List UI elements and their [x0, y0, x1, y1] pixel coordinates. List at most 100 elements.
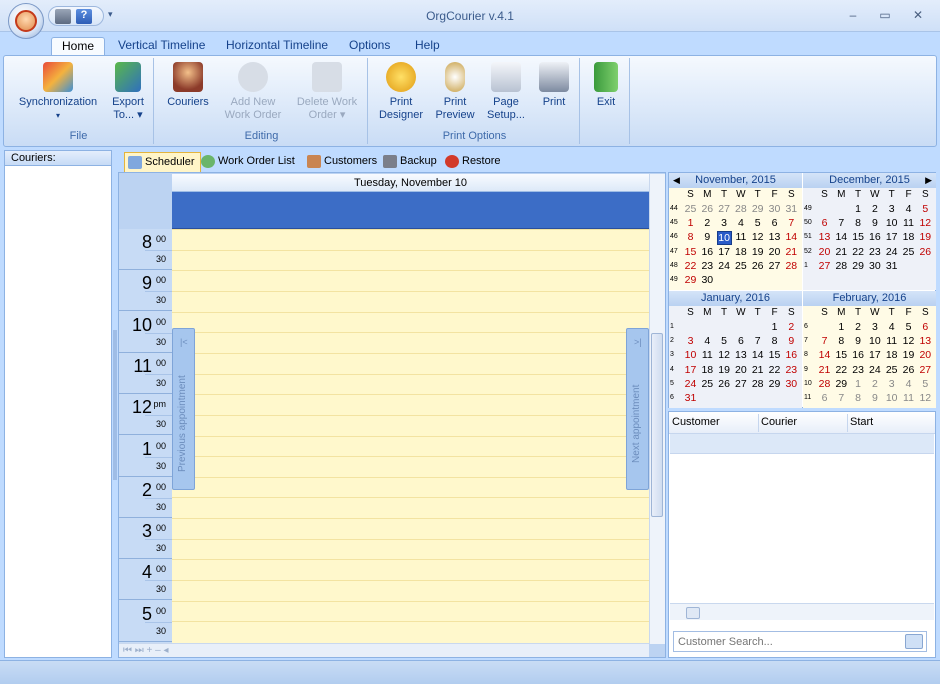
calendar-day[interactable]: 3 [717, 217, 732, 229]
tab-home[interactable]: Home [51, 37, 106, 56]
calendar-day[interactable]: 10 [716, 231, 732, 246]
calendar-day[interactable]: 20 [733, 364, 748, 376]
column-courier[interactable]: Courier [761, 416, 797, 428]
calendar-day[interactable]: 14 [834, 231, 849, 243]
calendar-day[interactable]: 25 [901, 246, 916, 258]
calendar-day[interactable]: 4 [884, 321, 899, 333]
calendar-day[interactable]: 6 [767, 217, 782, 229]
calendar-day[interactable]: 11 [733, 231, 748, 243]
calendar-day[interactable]: 15 [834, 349, 849, 361]
calendar-day[interactable]: 11 [700, 349, 715, 361]
calendar-day[interactable]: 4 [733, 217, 748, 229]
customer-search-input[interactable] [673, 631, 927, 652]
calendar-day[interactable]: 29 [683, 274, 698, 286]
calendar-day[interactable]: 14 [817, 349, 832, 361]
calendar-day[interactable]: 5 [750, 217, 765, 229]
calendar-day[interactable]: 7 [834, 217, 849, 229]
calendar-day[interactable]: 24 [683, 378, 698, 390]
calendar-day[interactable]: 19 [750, 246, 765, 258]
calendar-day[interactable]: 1 [834, 321, 849, 333]
tab-horizontal-timeline[interactable]: Horizontal Timeline [216, 37, 338, 56]
exit-button[interactable]: Exit [586, 62, 626, 109]
calendar-day[interactable]: 24 [717, 260, 732, 272]
calendar-day[interactable]: 12 [918, 217, 933, 229]
calendar-day[interactable]: 12 [717, 349, 732, 361]
calendar-day[interactable]: 18 [901, 231, 916, 243]
print-button[interactable]: Print [534, 62, 574, 109]
calendar-day[interactable]: 18 [700, 364, 715, 376]
calendar-day[interactable]: 18 [884, 349, 899, 361]
calendar-day[interactable]: 8 [834, 335, 849, 347]
calendar-day[interactable]: 10 [683, 349, 698, 361]
calendar-day[interactable]: 23 [700, 260, 715, 272]
calendar-day[interactable]: 28 [817, 378, 832, 390]
calendar-day[interactable]: 27 [733, 378, 748, 390]
calendar-day[interactable]: 9 [851, 335, 866, 347]
calendar-day[interactable]: 4 [700, 335, 715, 347]
calendar-day[interactable]: 17 [867, 349, 882, 361]
calendar-day[interactable]: 12 [750, 231, 765, 243]
calendar-day[interactable]: 15 [851, 231, 866, 243]
calendar-day[interactable]: 21 [817, 364, 832, 376]
calendar-day[interactable]: 26 [918, 246, 933, 258]
calendar-day[interactable]: 13 [817, 231, 832, 243]
calendar-day[interactable]: 8 [851, 217, 866, 229]
calendar-day[interactable]: 25 [700, 378, 715, 390]
calendar-day[interactable]: 29 [851, 260, 866, 272]
calendar-day[interactable]: 31 [683, 392, 698, 404]
calendar-day[interactable]: 13 [733, 349, 748, 361]
print-designer-button[interactable]: Print Designer [376, 62, 426, 122]
calendar-day[interactable]: 2 [784, 321, 799, 333]
calendar-day[interactable]: 23 [851, 364, 866, 376]
calendar-day[interactable]: 16 [784, 349, 799, 361]
calendar-day[interactable]: 17 [683, 364, 698, 376]
maximize-icon[interactable]: ▭ [872, 8, 898, 24]
calendar-day[interactable]: 20 [918, 349, 933, 361]
calendar-day[interactable]: 24 [867, 364, 882, 376]
calendar-day[interactable]: 19 [901, 349, 916, 361]
calendar-day[interactable]: 30 [867, 260, 882, 272]
couriers-button[interactable]: Couriers [162, 62, 214, 109]
calendar-day[interactable]: 1 [851, 203, 866, 215]
calendar-day[interactable]: 17 [717, 246, 732, 258]
date-navigator[interactable]: November, 2015 ◀ S M T W T F S 44 25 26 27 28 29 30 31 45… [668, 172, 936, 408]
calendar-day[interactable]: 30 [700, 274, 715, 286]
prev-month-icon[interactable]: ◀ [673, 173, 680, 188]
tab-restore[interactable]: Restore [442, 152, 506, 172]
calendar-day[interactable]: 15 [683, 246, 698, 258]
calendar-day[interactable]: 27 [817, 260, 832, 272]
calendar-day[interactable]: 15 [767, 349, 782, 361]
calendar-day[interactable]: 21 [784, 246, 799, 258]
calendar-day[interactable]: 25 [733, 260, 748, 272]
horizontal-scrollbar[interactable] [670, 603, 934, 620]
tab-help[interactable]: Help [405, 37, 450, 56]
column-customer[interactable]: Customer [672, 416, 720, 428]
calendar-day[interactable]: 10 [867, 335, 882, 347]
add-work-order-button[interactable]: Add New Work Order [222, 62, 284, 122]
calendar-day[interactable]: 26 [700, 203, 715, 215]
calendar-day[interactable]: 11 [901, 217, 916, 229]
calendar-day[interactable]: 25 [884, 364, 899, 376]
calendar-day[interactable]: 1 [683, 217, 698, 229]
calendar-day[interactable]: 23 [867, 246, 882, 258]
calendar-day[interactable]: 20 [817, 246, 832, 258]
next-month-icon[interactable]: ▶ [925, 173, 932, 188]
calendar-day[interactable]: 1 [767, 321, 782, 333]
calendar-day[interactable]: 22 [767, 364, 782, 376]
calendar-day[interactable]: 22 [683, 260, 698, 272]
calendar-day[interactable]: 5 [918, 378, 933, 390]
calendar-day[interactable]: 16 [851, 349, 866, 361]
calendar-day[interactable]: 7 [750, 335, 765, 347]
calendar-day[interactable]: 1 [851, 378, 866, 390]
calendar-day[interactable]: 18 [733, 246, 748, 258]
scroll-thumb[interactable] [686, 607, 700, 619]
next-appointment-button[interactable]: >| Next appointment [626, 328, 649, 490]
calendar-day[interactable]: 26 [717, 378, 732, 390]
scroll-thumb[interactable] [651, 333, 663, 517]
calendar-day[interactable]: 8 [851, 392, 866, 404]
calendar-day[interactable]: 22 [834, 364, 849, 376]
calendar-day[interactable]: 11 [901, 392, 916, 404]
calendar-day[interactable]: 21 [750, 364, 765, 376]
calendar-day[interactable]: 6 [918, 321, 933, 333]
calendar-day[interactable]: 23 [784, 364, 799, 376]
